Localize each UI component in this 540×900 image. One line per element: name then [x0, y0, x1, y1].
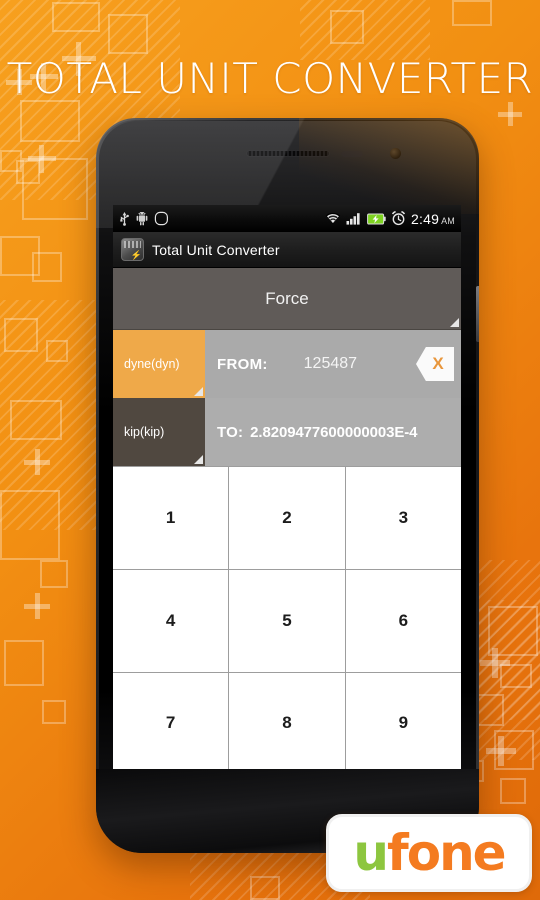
from-label: FROM: — [217, 355, 268, 373]
ufone-logo-fone: fone — [386, 824, 507, 882]
to-label: TO: — [217, 423, 244, 441]
key-9[interactable]: 9 — [345, 672, 461, 775]
wifi-icon — [325, 212, 341, 225]
status-bar-clock: 2:49 AM — [411, 211, 455, 227]
signal-bars-icon — [346, 212, 362, 225]
ufone-logo-u: u — [353, 824, 389, 882]
usb-icon — [119, 211, 130, 226]
key-7[interactable]: 7 — [113, 672, 229, 775]
battery-charging-icon — [367, 213, 386, 225]
proximity-sensor-icon — [341, 151, 363, 157]
keypad: 1 2 3 4 5 6 7 8 9 . 0 +/- — [113, 466, 461, 809]
ufone-logo-text: ufone — [353, 828, 506, 878]
android-robot-icon — [136, 211, 148, 226]
promo-banner: TOTAL UNIT CONVERTER 2:49 AM ⚡ Total Uni… — [0, 0, 540, 900]
from-row: dyne(dyn) FROM: 125487 X — [113, 330, 461, 398]
clear-button-label: X — [432, 354, 444, 373]
app-icon — [121, 238, 144, 261]
from-value-field[interactable]: FROM: 125487 X — [205, 330, 461, 398]
to-unit-spinner[interactable]: kip(kip) — [113, 398, 205, 466]
phone-mockup: 2:49AM Total Unit Converter Force dyne(d… — [96, 118, 479, 853]
key-4[interactable]: 4 — [113, 569, 229, 672]
key-1[interactable]: 1 — [113, 467, 229, 569]
app-title: Total Unit Converter — [152, 241, 280, 258]
category-spinner-label: Force — [265, 288, 309, 308]
key-5[interactable]: 5 — [229, 569, 345, 672]
page-title: TOTAL UNIT CONVERTER — [6, 54, 534, 103]
ufone-logo: ufone — [326, 814, 532, 892]
category-spinner[interactable]: Force — [113, 268, 461, 330]
action-bar: Total Unit Converter — [113, 232, 461, 268]
clock-ampm: AM — [441, 215, 455, 226]
clear-button[interactable]: X — [416, 347, 454, 381]
phone-screen: 2:49AM Total Unit Converter Force dyne(d… — [113, 205, 461, 809]
from-value: 125487 — [303, 355, 358, 372]
to-unit-label: kip(kip) — [124, 425, 165, 439]
earpiece-speaker-icon — [245, 150, 330, 157]
status-bar: 2:49 AM — [113, 205, 461, 232]
spinner-triangle-icon — [450, 318, 459, 327]
to-value: 2.8209477600000003E-4 — [250, 423, 418, 441]
front-camera-icon — [390, 148, 401, 159]
alarm-clock-icon — [391, 211, 406, 226]
clock-time: 2:49 — [411, 210, 440, 227]
key-8[interactable]: 8 — [229, 672, 345, 775]
to-row: kip(kip) TO: 2.8209477600000003E-4 — [113, 398, 461, 466]
key-3[interactable]: 3 — [345, 467, 461, 569]
to-value-field: TO: 2.8209477600000003E-4 — [205, 398, 461, 466]
spinner-triangle-icon — [194, 455, 203, 464]
key-6[interactable]: 6 — [345, 569, 461, 672]
key-2[interactable]: 2 — [229, 467, 345, 569]
from-unit-label: dyne(dyn) — [124, 357, 180, 371]
from-unit-spinner[interactable]: dyne(dyn) — [113, 330, 205, 398]
power-button[interactable] — [476, 286, 479, 342]
rounded-square-icon — [154, 211, 169, 226]
spinner-triangle-icon — [194, 387, 203, 396]
